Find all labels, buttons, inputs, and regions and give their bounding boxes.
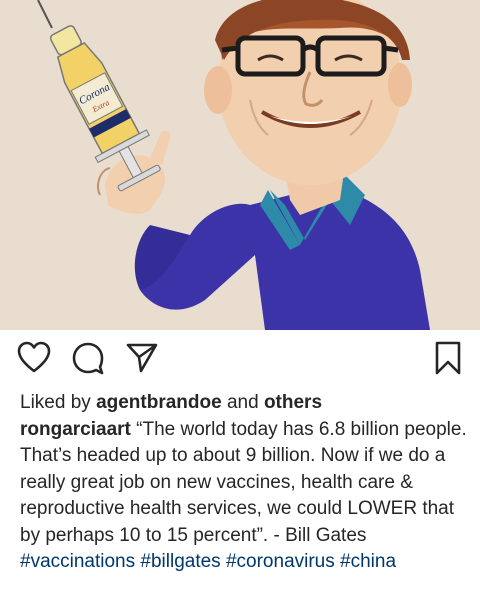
caption-text-block: rongarciaart “The world today has 6.8 bi… [20, 417, 470, 550]
like-heart-icon[interactable] [16, 340, 52, 380]
comment-bubble-icon[interactable] [70, 340, 106, 380]
hashtag-coronavirus[interactable]: #coronavirus [226, 551, 335, 572]
caption-username[interactable]: rongarciaart [20, 419, 131, 440]
caricature-illustration: Corona Extra [0, 0, 480, 330]
hashtag-billgates[interactable]: #billgates [140, 551, 220, 572]
likes-line: Liked by agentbrandoe and others [20, 390, 470, 417]
action-bar [0, 340, 480, 384]
liked-by-username[interactable]: agentbrandoe [96, 392, 222, 413]
post-image[interactable]: Corona Extra [0, 0, 480, 330]
save-bookmark-icon[interactable] [430, 340, 466, 380]
likes-prefix: Liked by [20, 392, 91, 413]
hashtag-line: #vaccinations #billgates #coronavirus #c… [20, 549, 470, 576]
likes-others-link[interactable]: others [264, 392, 322, 413]
hashtag-china[interactable]: #china [340, 551, 396, 572]
hashtag-vaccinations[interactable]: #vaccinations [20, 551, 135, 572]
post-caption: Liked by agentbrandoe and others rongarc… [20, 390, 470, 576]
likes-joiner: and [226, 392, 259, 413]
share-paper-plane-icon[interactable] [124, 340, 160, 380]
